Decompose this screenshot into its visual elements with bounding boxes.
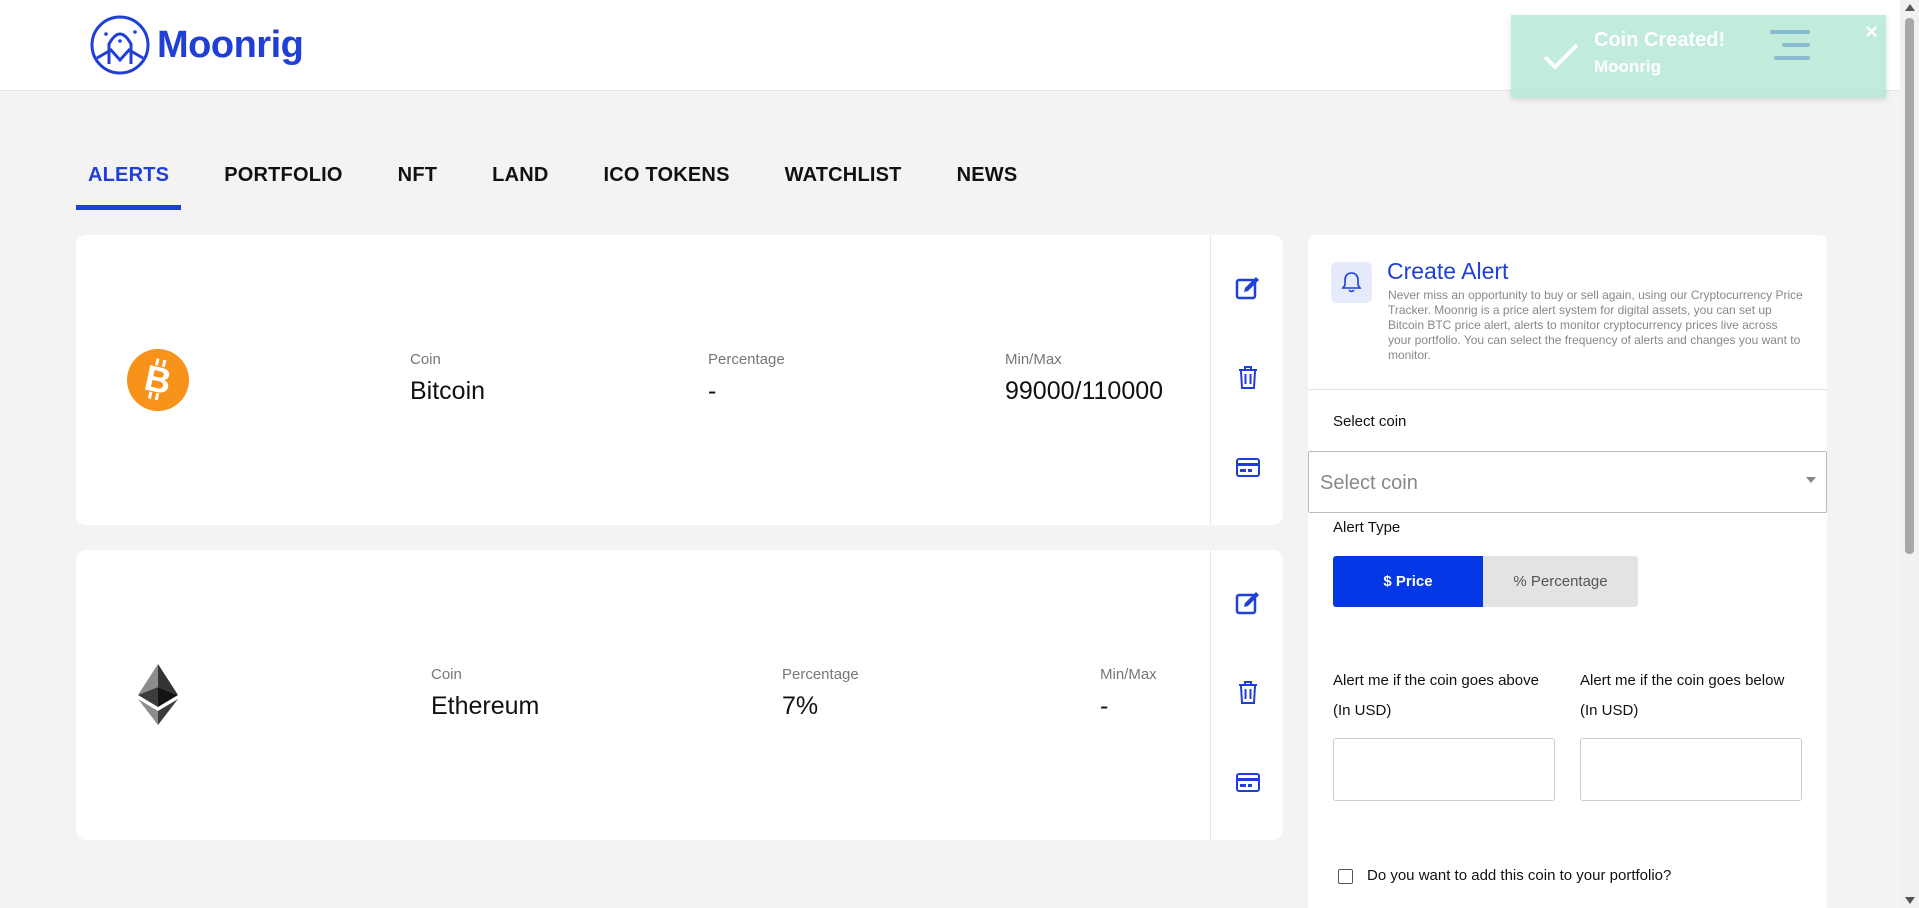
page-scrollbar[interactable] bbox=[1900, 0, 1919, 908]
card-actions bbox=[1210, 235, 1283, 525]
tab-land[interactable]: LAND bbox=[480, 160, 560, 210]
percentage-value: - bbox=[708, 377, 717, 405]
tab-portfolio[interactable]: PORTFOLIO bbox=[212, 160, 354, 210]
coin-name: Ethereum bbox=[431, 692, 540, 720]
select-coin-placeholder: Select coin bbox=[1320, 472, 1418, 494]
alert-type-label: Alert Type bbox=[1333, 519, 1401, 536]
toast-close-icon[interactable]: × bbox=[1865, 19, 1878, 45]
percentage-type-button[interactable]: % Percentage bbox=[1483, 556, 1638, 607]
percentage-label: Percentage bbox=[708, 351, 785, 368]
bell-badge bbox=[1331, 262, 1372, 303]
main-tabs: ALERTS PORTFOLIO NFT LAND ICO TOKENS WAT… bbox=[76, 160, 1060, 210]
price-type-button[interactable]: $ Price bbox=[1333, 556, 1483, 607]
select-coin-label: Select coin bbox=[1333, 413, 1407, 430]
chevron-down-icon bbox=[1806, 477, 1816, 483]
scroll-down-icon[interactable] bbox=[1905, 897, 1915, 904]
scroll-up-icon[interactable] bbox=[1905, 4, 1915, 11]
minmax-label: Min/Max bbox=[1005, 351, 1062, 368]
below-unit: (In USD) bbox=[1580, 702, 1639, 719]
create-alert-description: Never miss an opportunity to buy or sell… bbox=[1388, 288, 1803, 362]
minmax-column: Min/Max 99000/110000 bbox=[1005, 351, 1163, 406]
coin-name: Bitcoin bbox=[410, 377, 486, 405]
toast-subtitle: Moonrig bbox=[1594, 57, 1662, 76]
success-toast: Coin Created! Moonrig × bbox=[1511, 15, 1886, 98]
tab-news[interactable]: NEWS bbox=[945, 160, 1030, 210]
minmax-label: Min/Max bbox=[1100, 666, 1157, 683]
trash-icon[interactable] bbox=[1235, 364, 1261, 390]
above-price-input[interactable] bbox=[1333, 738, 1555, 801]
card-icon[interactable] bbox=[1235, 769, 1261, 795]
create-alert-title: Create Alert bbox=[1387, 258, 1509, 284]
scrollbar-thumb[interactable] bbox=[1905, 18, 1914, 554]
bitcoin-logo-icon: B bbox=[127, 349, 189, 411]
edit-icon[interactable] bbox=[1235, 275, 1261, 301]
portfolio-checkbox-label: Do you want to add this coin to your por… bbox=[1367, 867, 1672, 884]
tab-nft[interactable]: NFT bbox=[386, 160, 449, 210]
toast-title: Coin Created! bbox=[1594, 29, 1726, 51]
brand-logo[interactable]: Moonrig bbox=[89, 14, 304, 76]
minmax-value: - bbox=[1100, 692, 1109, 720]
minmax-column: Min/Max - bbox=[1100, 666, 1157, 721]
create-alert-panel: Create Alert Never miss an opportunity t… bbox=[1308, 235, 1827, 908]
above-label: Alert me if the coin goes above bbox=[1333, 672, 1539, 689]
checkmark-icon bbox=[1543, 43, 1579, 70]
tab-ico-tokens[interactable]: ICO TOKENS bbox=[592, 160, 742, 210]
minmax-value: 99000/110000 bbox=[1005, 377, 1164, 405]
tab-watchlist[interactable]: WATCHLIST bbox=[773, 160, 914, 210]
alert-card-bitcoin: B Coin Bitcoin Percentage - Min/Max 9900… bbox=[76, 235, 1283, 525]
coin-column: Coin Ethereum bbox=[431, 666, 539, 721]
percentage-column: Percentage - bbox=[708, 351, 785, 406]
bell-icon bbox=[1341, 272, 1362, 293]
percentage-column: Percentage 7% bbox=[782, 666, 859, 721]
panel-divider bbox=[1308, 389, 1827, 390]
percentage-value: 7% bbox=[782, 692, 819, 720]
card-icon[interactable] bbox=[1235, 454, 1261, 480]
select-coin-dropdown[interactable]: Select coin bbox=[1308, 451, 1827, 513]
below-price-input[interactable] bbox=[1580, 738, 1802, 801]
alert-card-ethereum: Coin Ethereum Percentage 7% Min/Max - bbox=[76, 550, 1283, 840]
moonrig-logo-icon bbox=[90, 15, 150, 75]
below-label: Alert me if the coin goes below bbox=[1580, 672, 1785, 689]
coin-column: Coin Bitcoin bbox=[410, 351, 485, 406]
brand-name: Moonrig bbox=[157, 23, 304, 66]
ethereum-logo-icon bbox=[138, 664, 178, 725]
coin-label: Coin bbox=[410, 351, 441, 368]
trash-icon[interactable] bbox=[1235, 679, 1261, 705]
edit-icon[interactable] bbox=[1235, 590, 1261, 616]
percentage-label: Percentage bbox=[782, 666, 859, 683]
coin-label: Coin bbox=[431, 666, 462, 683]
tab-alerts[interactable]: ALERTS bbox=[76, 160, 182, 210]
portfolio-checkbox[interactable] bbox=[1338, 869, 1353, 884]
above-unit: (In USD) bbox=[1333, 702, 1392, 719]
card-actions bbox=[1210, 550, 1283, 840]
